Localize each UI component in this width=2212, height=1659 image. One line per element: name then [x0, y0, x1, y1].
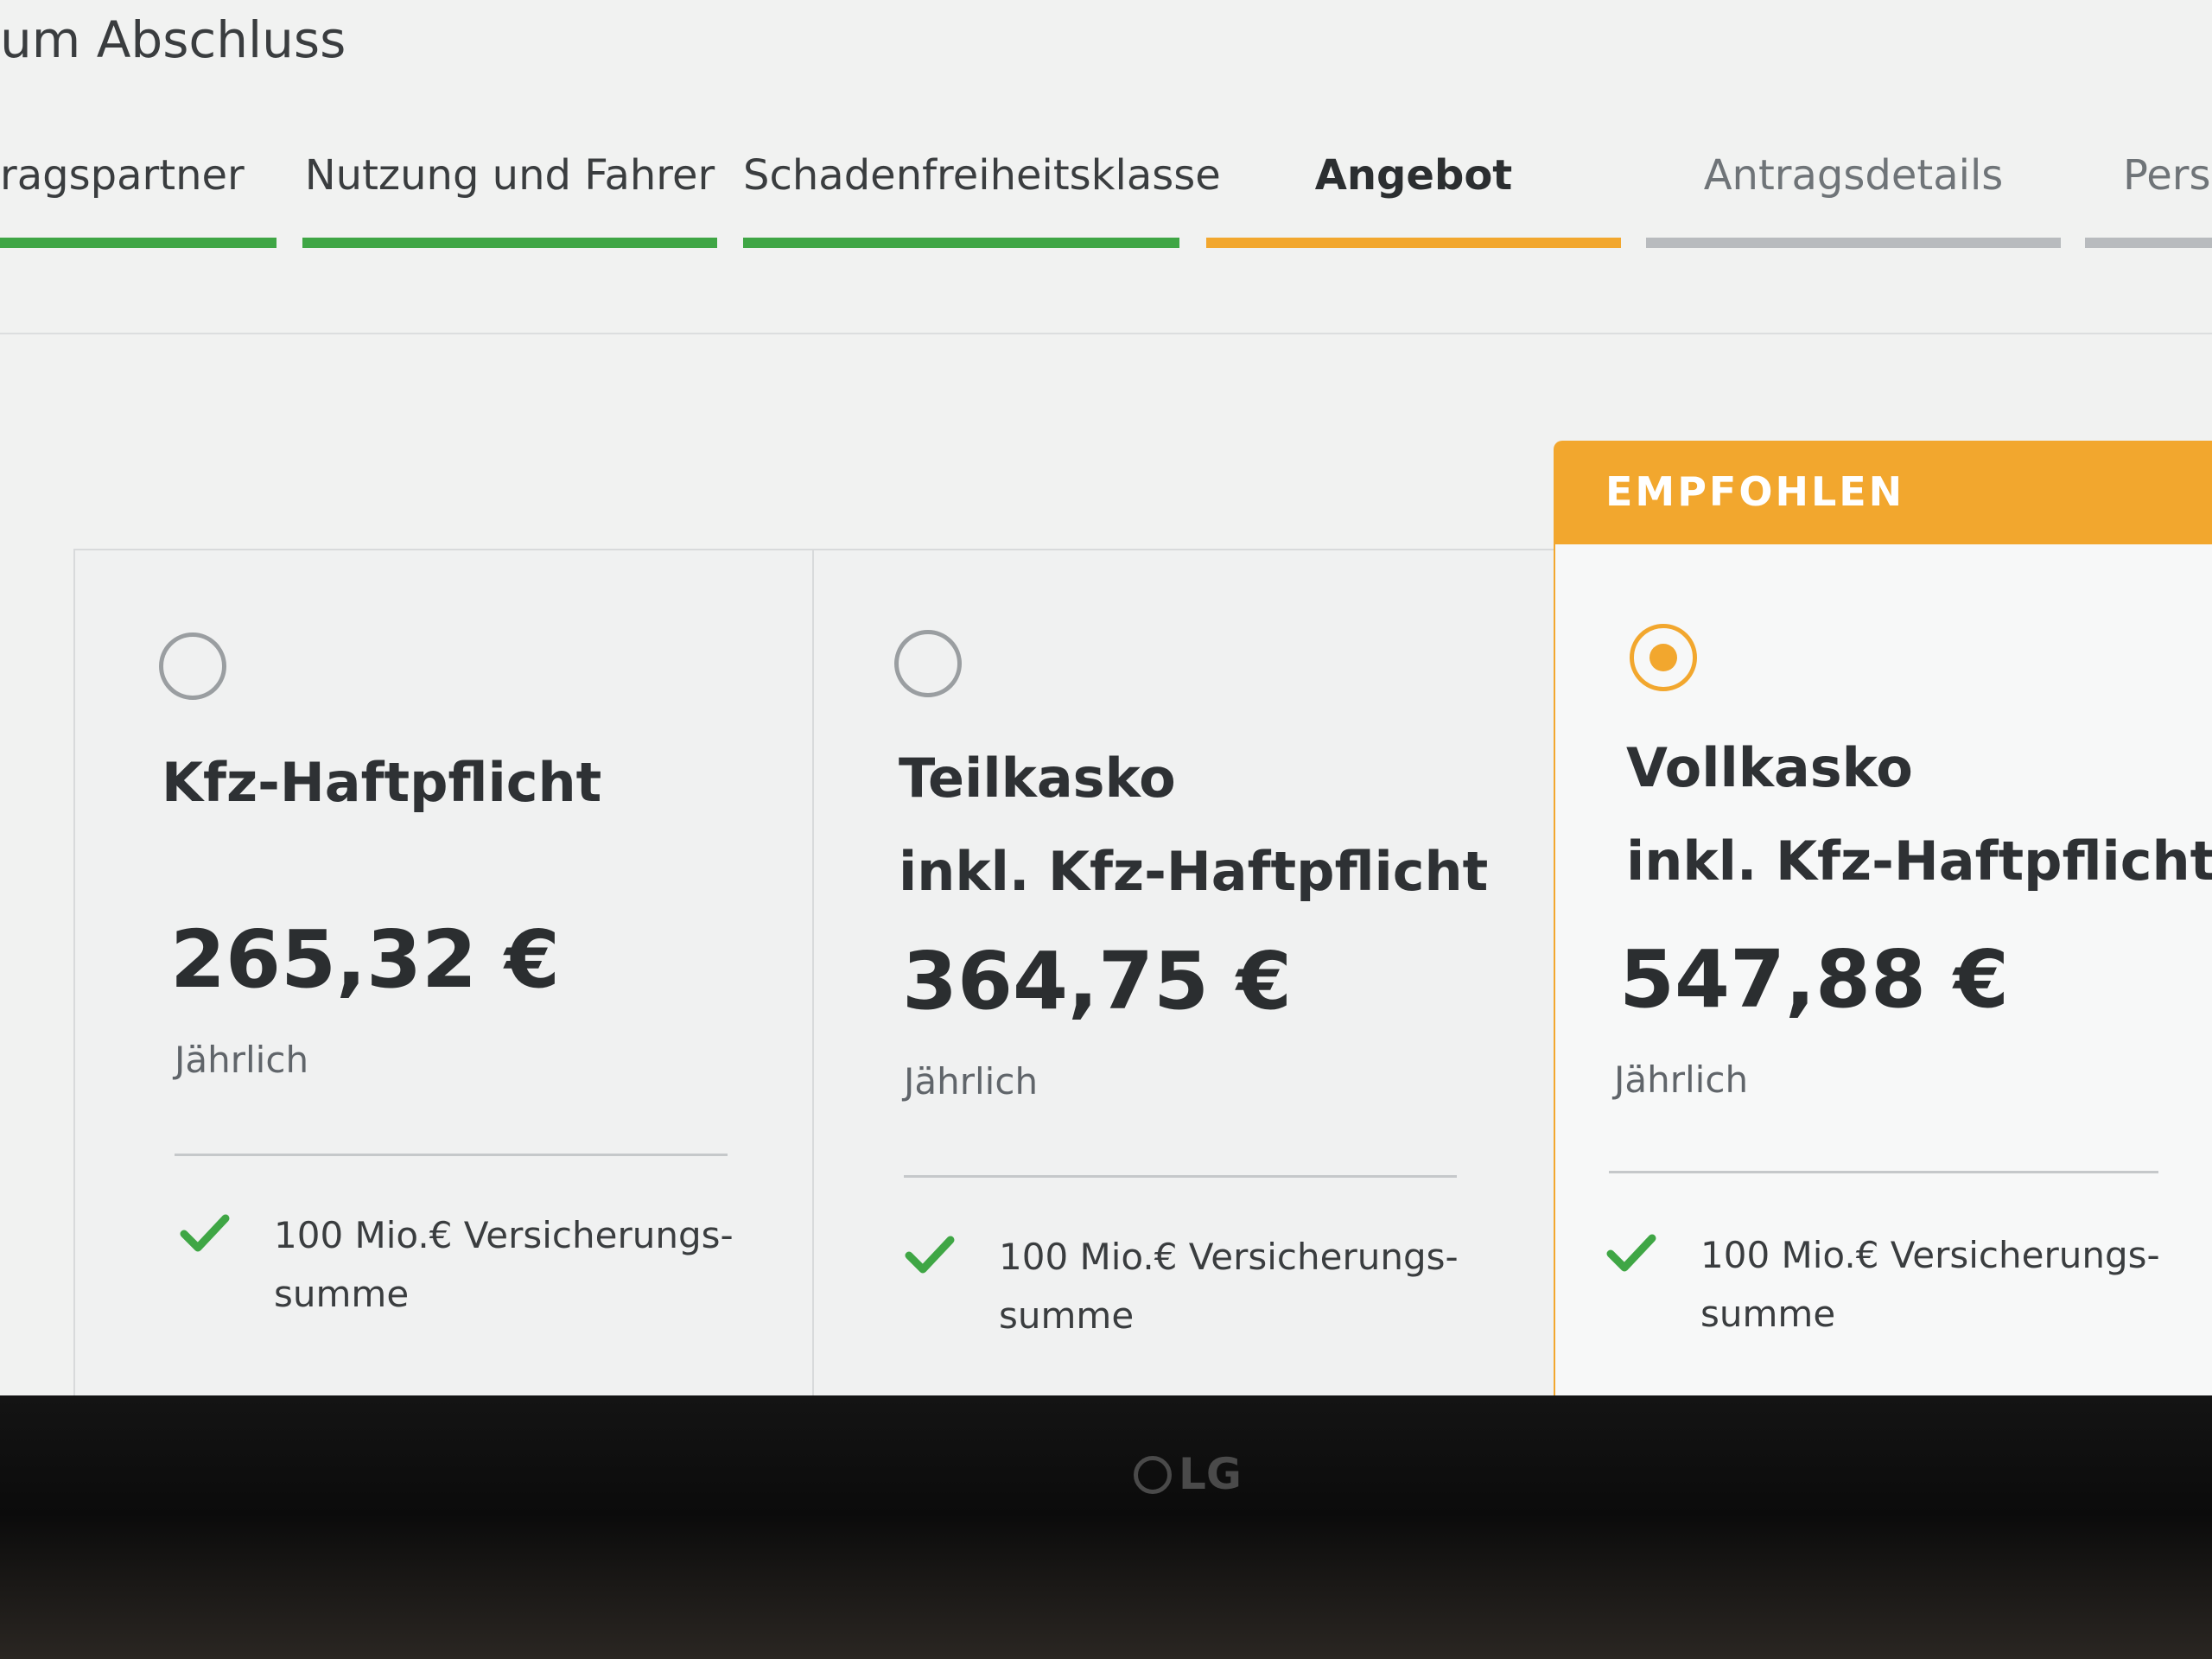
plan-price: 265,32 €: [170, 913, 561, 1006]
plan-name-line1: Teilkasko: [899, 747, 1176, 810]
plan-period: Jährlich: [904, 1060, 1039, 1103]
feature-text-line2: summe: [999, 1294, 1135, 1337]
plan-price: 364,75 €: [902, 935, 1293, 1027]
screen: um Abschluss ragspartner Nutzung und Fah…: [0, 0, 2212, 1395]
step-label: Nutzung und Fahrer: [304, 151, 715, 200]
radio-button-icon[interactable]: [1630, 624, 1697, 691]
card-divider: [175, 1154, 728, 1156]
feature-text-line1: 100 Mio.€ Versicherungs-: [999, 1236, 1459, 1278]
plan-card-kfz-haftpflicht[interactable]: Kfz-Haftpflicht 265,32 € Jährlich 100 Mi…: [73, 549, 816, 1395]
step-angebot[interactable]: Angebot: [1206, 151, 1621, 255]
step-label: Schadenfreiheitsklasse: [743, 151, 1221, 200]
feature-text-line2: summe: [1700, 1293, 1836, 1335]
step-persoenliche-daten[interactable]: Pers: [2085, 151, 2212, 255]
step-progress-bar: [1206, 238, 1621, 248]
step-vertragspartner[interactable]: ragspartner: [0, 151, 276, 255]
checkmark-icon: [1606, 1234, 1656, 1272]
plan-name: Vollkasko inkl. Kfz-Haftpflicht: [1626, 721, 2212, 908]
feature-text-line1: 100 Mio.€ Versicherungs-: [274, 1214, 734, 1256]
step-label: Pers: [2123, 151, 2211, 200]
plan-name-line2: inkl. Kfz-Haftpflicht: [899, 840, 1489, 903]
plan-name: Teilkasko inkl. Kfz-Haftpflicht: [899, 732, 1488, 918]
plan-card-teilkasko[interactable]: Teilkasko inkl. Kfz-Haftpflicht 364,75 €…: [812, 549, 1557, 1395]
plan-name-line2: inkl. Kfz-Haftpflicht: [1626, 830, 2212, 893]
step-progress-bar: [302, 238, 717, 248]
checkmark-icon: [905, 1236, 955, 1274]
feature-text-line1: 100 Mio.€ Versicherungs-: [1700, 1234, 2160, 1276]
step-nutzung-und-fahrer[interactable]: Nutzung und Fahrer: [302, 151, 717, 255]
plan-card-vollkasko[interactable]: Vollkasko inkl. Kfz-Haftpflicht 547,88 €…: [1554, 543, 2212, 1395]
monitor-brand-logo: LG: [1134, 1449, 1242, 1499]
plan-name-line1: Kfz-Haftpflicht: [162, 751, 602, 814]
recommended-badge: EMPFOHLEN: [1554, 441, 2212, 543]
recommended-badge-label: EMPFOHLEN: [1605, 468, 1905, 515]
step-progress-bar: [1646, 238, 2061, 248]
feature-text: 100 Mio.€ Versicherungs- summe: [1700, 1226, 2160, 1344]
plan-price: 547,88 €: [1619, 933, 2010, 1026]
step-antragsdetails[interactable]: Antragsdetails: [1646, 151, 2061, 255]
progress-stepper: ragspartner Nutzung und Fahrer Schadenfr…: [0, 0, 2212, 259]
step-progress-bar: [2085, 238, 2212, 248]
radio-button-icon[interactable]: [159, 632, 226, 700]
checkmark-icon: [180, 1214, 230, 1252]
card-divider: [1609, 1171, 2158, 1173]
step-label: ragspartner: [0, 151, 245, 200]
section-divider: [0, 333, 2212, 334]
step-label: Angebot: [1314, 151, 1513, 200]
card-divider: [904, 1175, 1457, 1178]
feature-text: 100 Mio.€ Versicherungs- summe: [274, 1206, 734, 1324]
radio-button-icon[interactable]: [894, 630, 962, 697]
step-label: Antragsdetails: [1703, 151, 2004, 200]
plan-period: Jährlich: [1614, 1058, 1749, 1101]
monitor-brand-text: LG: [1179, 1449, 1242, 1499]
lg-logo-icon: [1134, 1456, 1172, 1494]
step-progress-bar: [0, 238, 276, 248]
feature-text: 100 Mio.€ Versicherungs- summe: [999, 1228, 1459, 1345]
monitor-bezel: LG: [0, 1395, 2212, 1659]
plan-name: Kfz-Haftpflicht: [162, 736, 601, 830]
step-progress-bar: [743, 238, 1179, 248]
plan-period: Jährlich: [175, 1039, 309, 1081]
feature-text-line2: summe: [274, 1273, 410, 1315]
step-schadenfreiheitsklasse[interactable]: Schadenfreiheitsklasse: [743, 151, 1221, 255]
plan-name-line1: Vollkasko: [1626, 736, 1913, 799]
